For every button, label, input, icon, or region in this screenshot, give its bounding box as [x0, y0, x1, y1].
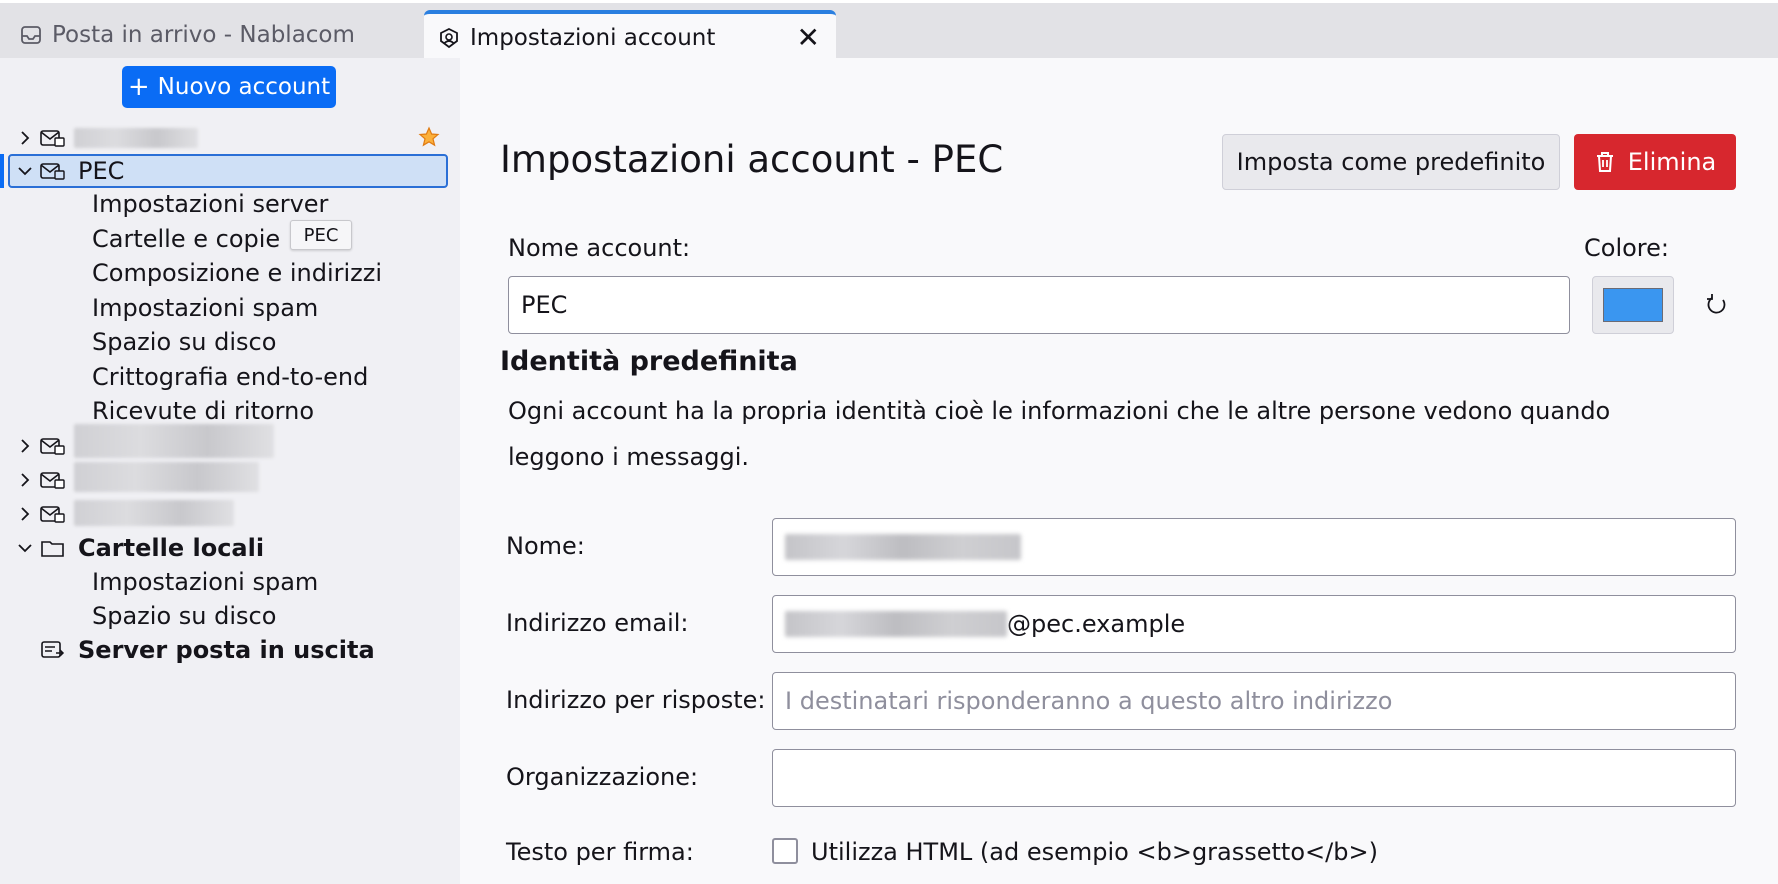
tab-inbox[interactable]: Posta in arrivo - Nablacom [8, 9, 418, 61]
redacted-account-name [74, 462, 259, 492]
account-row-local-folders[interactable]: Cartelle locali [0, 532, 460, 564]
tab-account-settings[interactable]: Impostazioni account ✕ [424, 10, 836, 61]
account-row-blurred-4[interactable] [0, 498, 460, 530]
outgoing-server-icon [41, 641, 65, 658]
sidebar-item-label: Crittografia end-to-end [92, 363, 369, 391]
sidebar-item-outgoing-server[interactable]: Server posta in uscita [0, 634, 460, 666]
chevron-right-icon[interactable] [16, 129, 34, 147]
redacted-account-name [74, 500, 234, 526]
reply-to-label: Indirizzo per risposte: [506, 686, 766, 714]
sidebar-item-label: Impostazioni spam [92, 294, 319, 322]
reset-color-icon[interactable] [1704, 292, 1730, 318]
color-swatch [1603, 288, 1663, 322]
use-html-label: Utilizza HTML (ad esempio <b>grassetto</… [811, 838, 1378, 866]
account-settings-panel: Impostazioni account - PEC Imposta come … [460, 58, 1778, 884]
chevron-down-icon[interactable] [16, 539, 34, 557]
name-input[interactable] [772, 518, 1736, 576]
outgoing-server-label: Server posta in uscita [78, 636, 375, 664]
organization-input[interactable] [772, 749, 1736, 807]
tab-bar: Posta in arrivo - Nablacom Impostazioni … [0, 0, 1778, 61]
chevron-right-icon[interactable] [16, 437, 34, 455]
new-account-button[interactable]: + Nuovo account [122, 66, 336, 108]
account-row-blurred-1[interactable] [0, 122, 460, 154]
mail-account-icon [40, 163, 65, 180]
account-label-local-folders: Cartelle locali [78, 534, 265, 562]
account-label-pec: PEC [78, 157, 125, 185]
use-html-checkbox[interactable] [772, 838, 798, 864]
account-settings-icon [438, 27, 460, 49]
close-icon[interactable]: ✕ [797, 24, 820, 52]
sidebar-item-label: Impostazioni spam [92, 568, 319, 596]
redacted-name-value [785, 534, 1021, 560]
email-input[interactable]: @pec.example [772, 595, 1736, 653]
delete-button[interactable]: Elimina [1574, 134, 1736, 190]
new-account-label: Nuovo account [157, 74, 331, 100]
signature-label: Testo per firma: [506, 838, 694, 866]
chevron-right-icon[interactable] [16, 505, 34, 523]
star-icon [418, 126, 440, 147]
tooltip: PEC [290, 220, 352, 250]
mail-account-icon [40, 506, 65, 523]
sidebar-item-label: Ricevute di ritorno [92, 397, 315, 425]
account-row-blurred-2[interactable] [0, 424, 460, 462]
account-name-input[interactable]: PEC [508, 276, 1570, 334]
email-domain: @pec.example [1007, 610, 1186, 638]
redacted-account-name [74, 128, 198, 148]
sidebar-item-label: Cartelle e copie [92, 225, 281, 253]
account-color-picker[interactable] [1592, 276, 1674, 334]
sidebar-item-label: Spazio su disco [92, 602, 277, 630]
trash-icon [1596, 152, 1613, 172]
tab-account-settings-label: Impostazioni account [470, 24, 716, 51]
reply-to-placeholder: I destinatari risponderanno a questo alt… [785, 687, 1393, 715]
set-default-button[interactable]: Imposta come predefinito [1222, 134, 1560, 190]
mail-account-icon [40, 438, 65, 455]
name-label: Nome: [506, 532, 585, 560]
redacted-account-name [74, 424, 274, 458]
account-name-label: Nome account: [508, 234, 691, 262]
mail-account-icon [40, 472, 65, 489]
chevron-down-icon[interactable] [16, 162, 34, 180]
chevron-right-icon[interactable] [16, 471, 34, 489]
reply-to-input[interactable]: I destinatari risponderanno a questo alt… [772, 672, 1736, 730]
sidebar-item-label: Impostazioni server [92, 190, 329, 218]
inbox-icon [20, 24, 42, 46]
identity-description: Ogni account ha la propria identità cioè… [508, 397, 1611, 471]
redacted-email-local [785, 611, 1007, 637]
tab-inbox-label: Posta in arrivo - Nablacom [52, 22, 355, 48]
sidebar-item-label: Spazio su disco [92, 328, 277, 356]
email-label: Indirizzo email: [506, 609, 689, 637]
account-sidebar: + Nuovo account PEC Impostazioni server … [0, 58, 460, 884]
page-title: Impostazioni account - PEC [500, 138, 1004, 181]
mail-account-icon [40, 130, 65, 147]
folder-icon [41, 541, 64, 557]
account-row-pec[interactable]: PEC [0, 155, 460, 187]
identity-section-title: Identità predefinita [500, 346, 798, 377]
organization-label: Organizzazione: [506, 763, 699, 791]
account-row-blurred-3[interactable] [0, 462, 460, 496]
account-name-value: PEC [521, 291, 568, 319]
sidebar-item-label: Composizione e indirizzi [92, 259, 383, 287]
delete-label: Elimina [1627, 148, 1717, 176]
plus-icon: + [127, 72, 150, 102]
color-label: Colore: [1584, 234, 1669, 262]
